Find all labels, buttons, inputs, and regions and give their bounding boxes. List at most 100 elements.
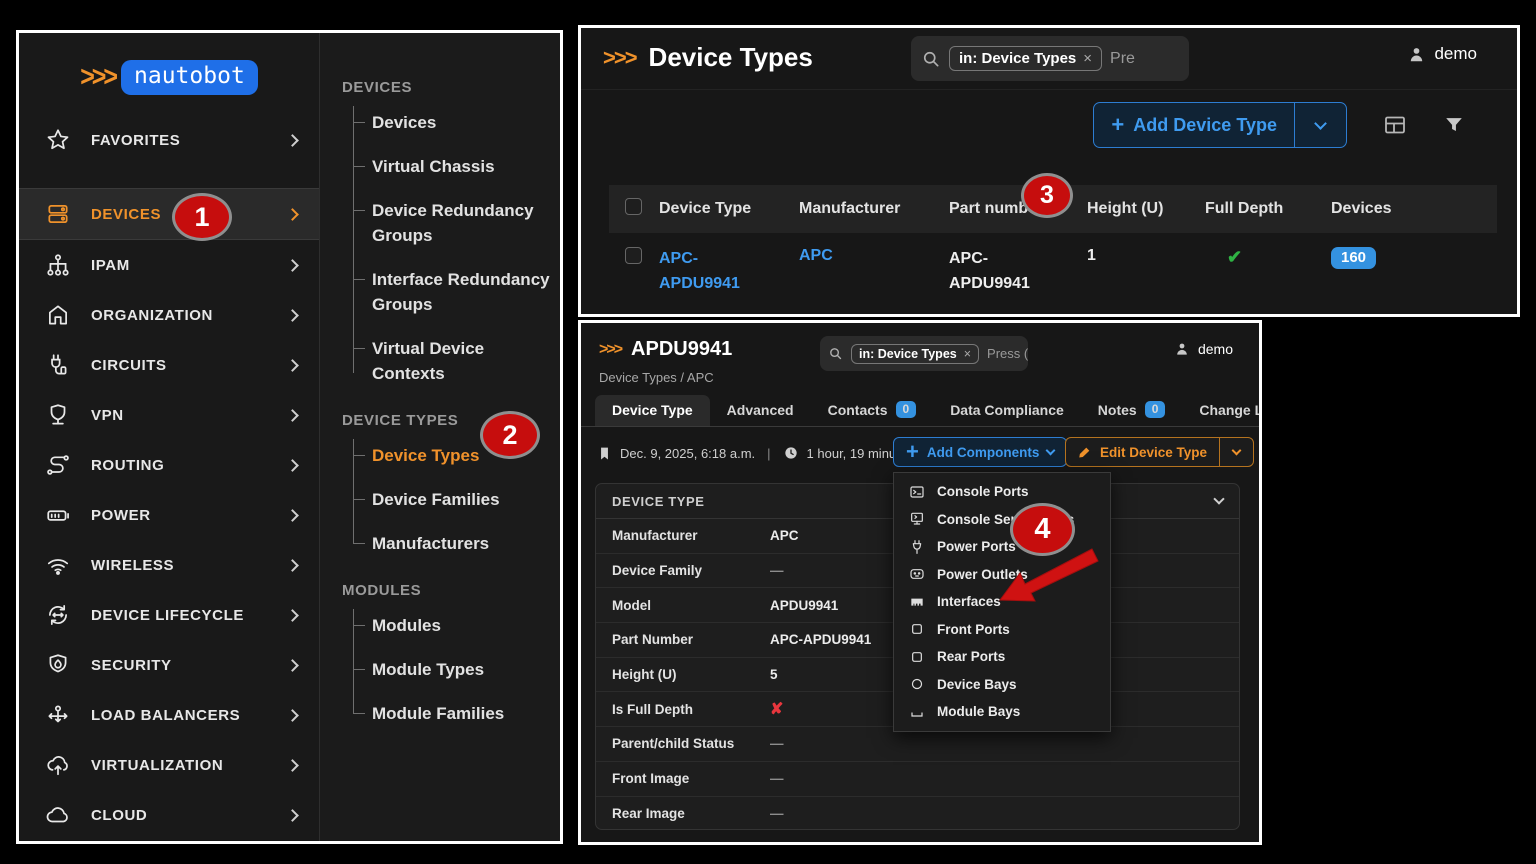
chip-close-icon[interactable]: × [1083,50,1092,67]
chevron-right-icon [286,409,299,422]
menu-item-device-bays[interactable]: Device Bays [894,671,1110,699]
flyout-item-devices[interactable]: Devices [372,110,550,135]
circuits-icon [43,350,73,380]
nautobot-logo[interactable]: >>> nautobot [19,60,319,95]
manufacturer-link[interactable]: APC [799,247,833,264]
flyout-item-virtual-chassis[interactable]: Virtual Chassis [372,154,550,179]
clock-icon [783,445,799,461]
sidebar-item-devices[interactable]: DEVICES [19,188,319,240]
filter-button[interactable] [1443,114,1465,136]
page-title: Device Types [649,42,813,73]
tab-contacts[interactable]: Contacts0 [811,394,934,426]
card-row-rear-image: Rear Image — [596,797,1239,831]
module-bay-icon [908,703,925,720]
add-components-button[interactable]: + Add Components [893,437,1067,467]
edit-device-type-caret-button[interactable] [1219,438,1253,466]
chip-close-icon[interactable]: × [964,347,971,361]
devices-count-badge[interactable]: 160 [1331,247,1376,269]
load-balancers-icon [43,700,73,730]
sidebar-item-device-lifecycle[interactable]: DEVICE LIFECYCLE [19,590,319,640]
user-menu[interactable]: demo [1174,341,1233,357]
menu-item-console-server-ports[interactable]: Console Server Ports [894,506,1110,534]
chevron-right-icon [286,459,299,472]
tab-device-type[interactable]: Device Type [595,395,710,426]
sidebar-item-power[interactable]: POWER [19,490,319,540]
table-config-button[interactable] [1383,113,1407,137]
row-checkbox[interactable] [625,247,642,264]
chevron-right-icon [286,809,299,822]
card-row-parent-child-status: Parent/child Status — [596,727,1239,762]
sidebar-nav: FAVORITES DEVICES IPAM [19,115,319,840]
flyout-item-device-redundancy-groups[interactable]: Device Redundancy Groups [372,198,550,248]
menu-item-front-ports[interactable]: Front Ports [894,616,1110,644]
column-header-height-u[interactable]: Height (U) [1079,185,1197,233]
sidebar-item-virtualization[interactable]: VIRTUALIZATION [19,740,319,790]
tab-data-compliance[interactable]: Data Compliance [933,395,1081,426]
flyout-item-modules[interactable]: Modules [372,613,550,638]
tab-advanced[interactable]: Advanced [710,395,811,426]
vpn-icon [43,400,73,430]
created-date: Dec. 9, 2025, 6:18 a.m. [620,446,755,461]
sidebar-item-wireless[interactable]: WIRELESS [19,540,319,590]
column-header-devices[interactable]: Devices [1323,185,1497,233]
part-number-cell: APC-APDU9941 [949,247,1054,297]
flyout-item-manufacturers[interactable]: Manufacturers [372,531,550,556]
device-type-detail-panel: >>> APDU9941 Device Types / APC in: Devi… [578,320,1262,845]
flyout-item-virtual-device-contexts[interactable]: Virtual Device Contexts [372,336,550,386]
front-port-icon [908,621,925,638]
menu-item-rear-ports[interactable]: Rear Ports [894,643,1110,671]
search-input[interactable]: in: Device Types × Press ( [820,336,1028,371]
select-all-checkbox[interactable] [625,198,642,215]
column-header-manufacturer[interactable]: Manufacturer [791,185,941,233]
tab-notes[interactable]: Notes0 [1081,394,1183,426]
sidebar-item-organization[interactable]: ORGANIZATION [19,290,319,340]
device-lifecycle-icon [43,600,73,630]
sidebar: >>> nautobot FAVORITES DEVICES [19,33,319,841]
add-device-type-button[interactable]: + Add Device Type [1094,103,1294,147]
flyout-item-module-families[interactable]: Module Families [372,701,550,726]
search-placeholder: Press ( [987,346,1028,361]
search-filter-chip[interactable]: in: Device Types × [851,344,979,364]
height-u-cell: 1 [1079,233,1197,305]
chevron-right-icon [286,509,299,522]
device-type-link[interactable]: APC-APDU9941 [659,247,764,297]
search-filter-chip[interactable]: in: Device Types × [949,46,1102,71]
manufacturer-link[interactable]: APC [770,528,799,543]
menu-item-power-outlets[interactable]: Power Outlets [894,561,1110,589]
column-header-full-depth[interactable]: Full Depth [1197,185,1323,233]
sidebar-item-security[interactable]: SECURITY [19,640,319,690]
menu-item-interfaces[interactable]: Interfaces [894,588,1110,616]
sidebar-item-load-balancers[interactable]: LOAD BALANCERS [19,690,319,740]
nautobot-wordmark: nautobot [121,60,258,95]
pencil-icon [1078,445,1092,459]
sidebar-item-vpn[interactable]: VPN [19,390,319,440]
sidebar-item-ipam[interactable]: IPAM [19,240,319,290]
sidebar-item-routing[interactable]: ROUTING [19,440,319,490]
menu-item-module-bays[interactable]: Module Bays [894,698,1110,726]
full-depth-check-icon: ✔ [1227,247,1242,267]
sidebar-item-circuits[interactable]: CIRCUITS [19,340,319,390]
user-menu[interactable]: demo [1407,44,1477,64]
edit-device-type-button[interactable]: Edit Device Type [1066,438,1219,466]
breadcrumb[interactable]: Device Types / APC [599,370,714,385]
sidebar-item-favorites[interactable]: FAVORITES [19,115,319,165]
menu-item-power-ports[interactable]: Power Ports [894,533,1110,561]
tab-change-log[interactable]: Change Log [1182,395,1262,426]
flyout-item-device-families[interactable]: Device Families [372,487,550,512]
collapse-chevron-icon[interactable] [1213,493,1224,504]
add-device-type-caret-button[interactable] [1294,103,1346,147]
flyout-item-module-types[interactable]: Module Types [372,657,550,682]
device-types-list-panel: >>> Device Types in: Device Types × Pre … [578,25,1520,317]
chevron-right-icon [286,659,299,672]
add-device-type-split-button: + Add Device Type [1093,102,1347,148]
logo-chevrons-icon: >>> [80,61,115,94]
search-input[interactable]: in: Device Types × Pre [911,36,1189,81]
menu-item-console-ports[interactable]: Console Ports [894,478,1110,506]
add-components-dropdown: Console Ports Console Server Ports Power… [893,472,1111,732]
sidebar-item-cloud[interactable]: CLOUD [19,790,319,840]
flyout-item-interface-redundancy-groups[interactable]: Interface Redundancy Groups [372,267,550,317]
contacts-count-badge: 0 [896,401,917,418]
column-header-device-type[interactable]: Device Type [651,185,791,233]
notes-count-badge: 0 [1145,401,1166,418]
false-x-icon: ✘ [770,699,783,719]
